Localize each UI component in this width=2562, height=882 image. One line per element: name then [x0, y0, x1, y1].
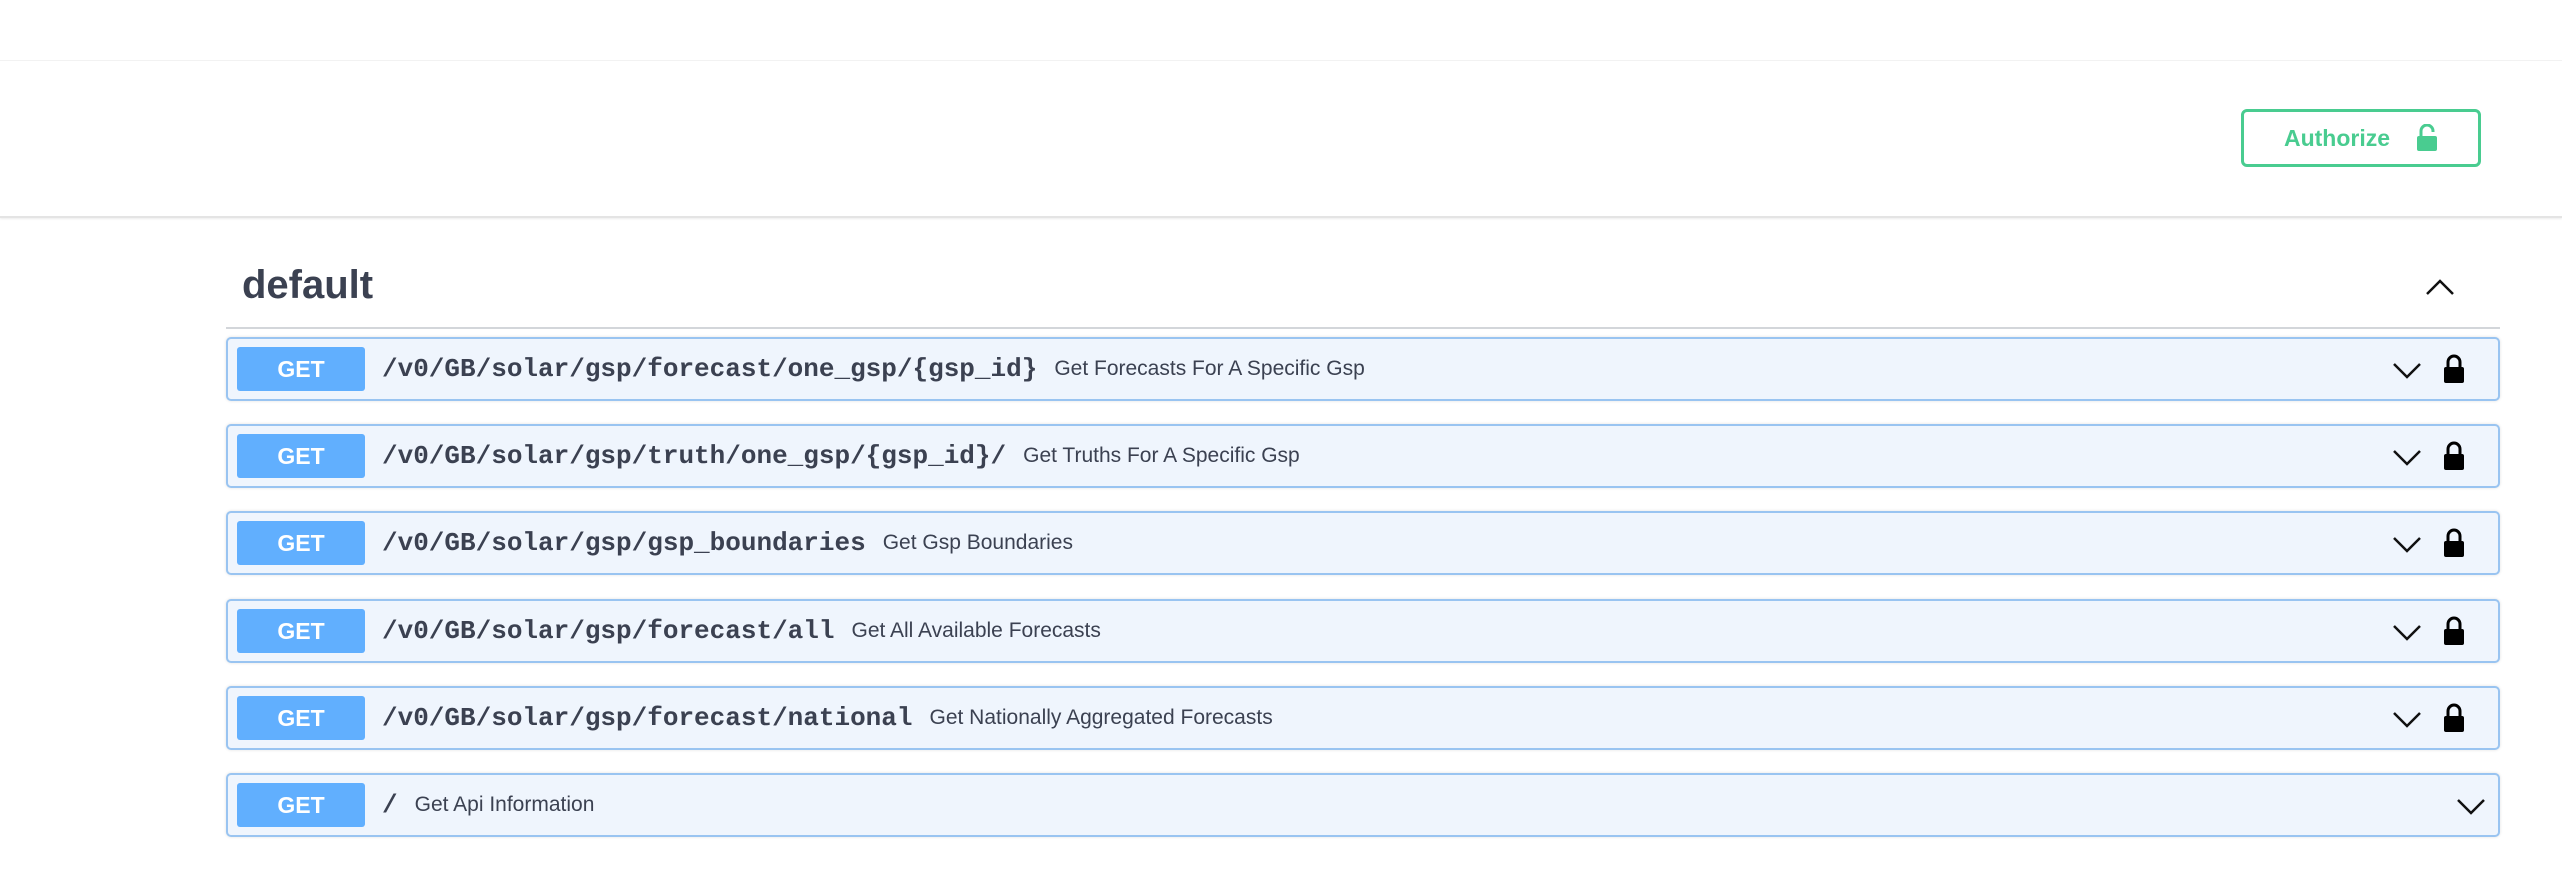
chevron-down-icon[interactable] — [2454, 791, 2488, 821]
operation-summary: Get All Available Forecasts — [851, 619, 1101, 642]
lock-icon[interactable] — [2440, 353, 2468, 385]
section-title: default — [242, 263, 374, 307]
operation-summary: Get Truths For A Specific Gsp — [1023, 444, 1300, 467]
operation-path: /v0/GB/solar/gsp/forecast/national — [382, 703, 913, 733]
chevron-up-icon[interactable] — [2420, 267, 2460, 307]
chevron-down-icon[interactable] — [2390, 529, 2424, 559]
operation-summary: Get Gsp Boundaries — [882, 531, 1073, 554]
operation-summary: Get Api Information — [414, 793, 595, 816]
operation-get[interactable]: GET /v0/GB/solar/gsp/forecast/one_gsp/{g… — [226, 337, 2500, 401]
unlocked-padlock-icon — [2416, 124, 2438, 152]
operation-get[interactable]: GET /v0/GB/solar/gsp/forecast/all Get Al… — [226, 599, 2500, 663]
operation-get[interactable]: GET / Get Api Information — [226, 773, 2500, 837]
lock-icon[interactable] — [2440, 615, 2468, 647]
top-bar — [0, 0, 2562, 61]
chevron-down-icon[interactable] — [2390, 442, 2424, 472]
lock-icon[interactable] — [2440, 527, 2468, 559]
method-badge: GET — [237, 609, 365, 653]
operation-path: /v0/GB/solar/gsp/forecast/one_gsp/{gsp_i… — [382, 354, 1038, 384]
operation-summary: Get Nationally Aggregated Forecasts — [929, 706, 1273, 729]
chevron-down-icon[interactable] — [2390, 704, 2424, 734]
method-badge: GET — [237, 347, 365, 391]
method-badge: GET — [237, 521, 365, 565]
tag-section-header[interactable]: default — [226, 245, 2500, 329]
lock-icon[interactable] — [2440, 702, 2468, 734]
operation-summary: Get Forecasts For A Specific Gsp — [1054, 357, 1365, 380]
method-badge: GET — [237, 434, 365, 478]
chevron-down-icon[interactable] — [2390, 355, 2424, 385]
operation-path: /v0/GB/solar/gsp/gsp_boundaries — [382, 528, 866, 558]
operation-path: /v0/GB/solar/gsp/truth/one_gsp/{gsp_id}/ — [382, 441, 1007, 471]
operation-get[interactable]: GET /v0/GB/solar/gsp/forecast/national G… — [226, 686, 2500, 750]
lock-icon[interactable] — [2440, 440, 2468, 472]
operation-get[interactable]: GET /v0/GB/solar/gsp/truth/one_gsp/{gsp_… — [226, 424, 2500, 488]
authorize-button[interactable]: Authorize — [2241, 109, 2481, 167]
operation-get[interactable]: GET /v0/GB/solar/gsp/gsp_boundaries Get … — [226, 511, 2500, 575]
chevron-down-icon[interactable] — [2390, 617, 2424, 647]
method-badge: GET — [237, 696, 365, 740]
operation-path: /v0/GB/solar/gsp/forecast/all — [382, 616, 835, 646]
operation-path: / — [382, 790, 398, 820]
scheme-container — [0, 61, 2562, 218]
method-badge: GET — [237, 783, 365, 827]
authorize-label: Authorize — [2283, 124, 2391, 151]
